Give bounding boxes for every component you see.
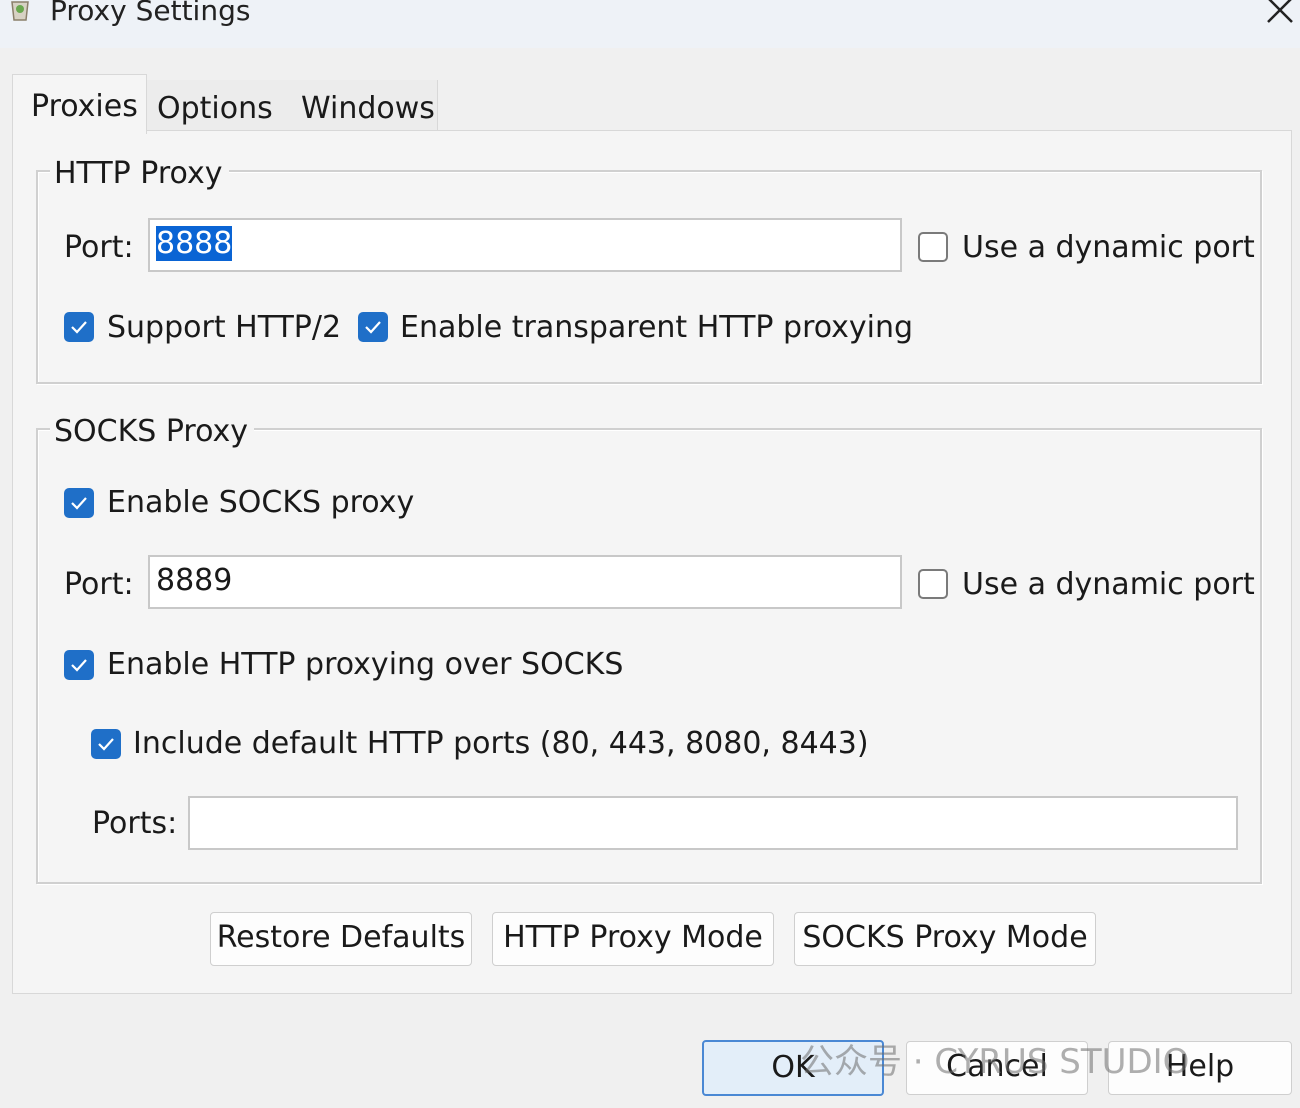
tab-proxies[interactable]: Proxies xyxy=(12,74,147,134)
title-bar: Proxy Settings xyxy=(0,0,1300,48)
tab-options[interactable]: Options xyxy=(146,80,290,132)
watermark-text: 公众号 · CYRUS STUDIO xyxy=(800,1042,1190,1082)
include-default-ports-checkbox[interactable] xyxy=(91,729,121,759)
http-port-value: 8888 xyxy=(156,226,233,261)
socks-dynamic-port-label: Use a dynamic port xyxy=(962,567,1255,602)
http-proxy-legend: HTTP Proxy xyxy=(50,156,229,192)
enable-socks-label: Enable SOCKS proxy xyxy=(107,485,415,520)
transparent-proxy-checkbox[interactable] xyxy=(358,312,388,342)
http-dynamic-port-label: Use a dynamic port xyxy=(962,230,1255,265)
checkmark-icon xyxy=(71,321,87,334)
fiddler-icon xyxy=(11,1,29,21)
support-http2-checkbox[interactable] xyxy=(64,312,94,342)
checkmark-icon xyxy=(71,659,87,672)
restore-defaults-button[interactable]: Restore Defaults xyxy=(210,912,472,966)
checkmark-icon xyxy=(98,738,114,751)
http-proxy-mode-button[interactable]: HTTP Proxy Mode xyxy=(492,912,774,966)
enable-socks-checkbox[interactable] xyxy=(64,488,94,518)
close-icon[interactable] xyxy=(1262,0,1296,30)
window-title: Proxy Settings xyxy=(50,0,251,27)
socks-proxy-mode-button[interactable]: SOCKS Proxy Mode xyxy=(794,912,1096,966)
checkmark-icon xyxy=(71,497,87,510)
http-port-label: Port: xyxy=(64,230,134,265)
transparent-proxy-label: Enable transparent HTTP proxying xyxy=(400,310,914,345)
socks-dynamic-port-checkbox[interactable] xyxy=(918,569,948,599)
tab-windows[interactable]: Windows xyxy=(290,80,438,132)
support-http2-label: Support HTTP/2 xyxy=(107,310,342,345)
socks-proxy-legend: SOCKS Proxy xyxy=(50,414,255,450)
ports-input[interactable] xyxy=(188,796,1238,850)
checkmark-icon xyxy=(365,321,381,334)
socks-port-input[interactable]: 8889 xyxy=(148,555,902,609)
http-over-socks-checkbox[interactable] xyxy=(64,650,94,680)
http-proxy-group xyxy=(36,170,1262,384)
socks-port-label: Port: xyxy=(64,567,134,602)
http-port-input[interactable]: 8888 xyxy=(148,218,902,272)
ports-label: Ports: xyxy=(92,806,178,841)
http-over-socks-label: Enable HTTP proxying over SOCKS xyxy=(107,647,624,682)
include-default-ports-label: Include default HTTP ports (80, 443, 808… xyxy=(133,726,869,761)
http-dynamic-port-checkbox[interactable] xyxy=(918,232,948,262)
